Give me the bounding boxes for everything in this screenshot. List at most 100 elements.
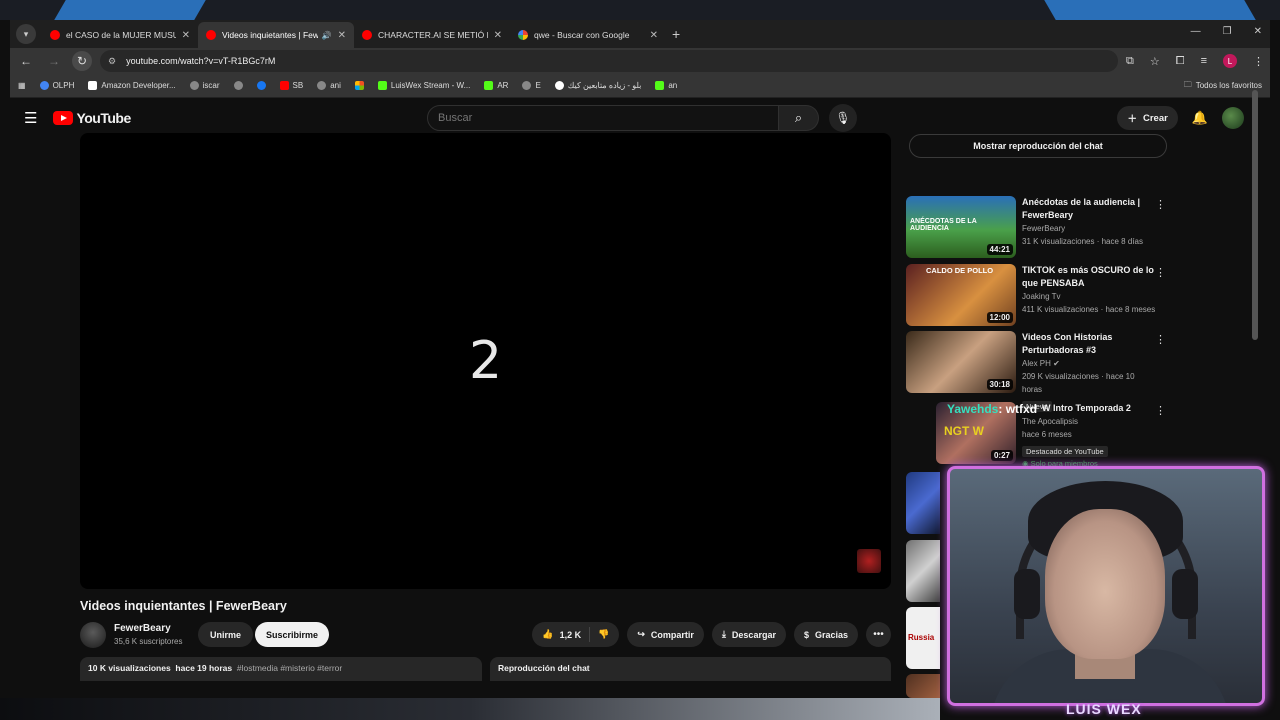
- bookmark-item[interactable]: SB: [279, 81, 303, 90]
- view-count: 10 K visualizaciones: [88, 663, 171, 673]
- forward-icon[interactable]: →: [44, 51, 64, 71]
- microsoft-icon: [354, 81, 364, 90]
- url-field[interactable]: ⚙ youtube.com/watch?v=vT-R1BGc7rM: [100, 50, 1119, 72]
- youtube-icon: [53, 111, 74, 125]
- back-icon[interactable]: ←: [16, 51, 36, 71]
- bookmark-star-icon[interactable]: ☆: [1150, 55, 1160, 68]
- more-options-icon[interactable]: ⋮: [1155, 266, 1166, 279]
- microphone-icon[interactable]: 🎙: [829, 104, 857, 132]
- channel-avatar[interactable]: [80, 622, 106, 648]
- youtube-logo[interactable]: YouTube: [53, 110, 131, 126]
- tab-4[interactable]: qwe - Buscar con Google ✕: [510, 22, 666, 48]
- more-options-icon[interactable]: ⋮: [1155, 333, 1166, 346]
- menu-icon[interactable]: ⋮: [1253, 55, 1264, 68]
- like-dislike-group: 👍 1,2 K 👎: [532, 622, 620, 647]
- video-thumbnail[interactable]: [906, 540, 940, 602]
- recommended-video[interactable]: CALDO DE POLLO 12:00 TIKTOK es más OSCUR…: [906, 264, 1170, 328]
- reload-icon[interactable]: ↻: [72, 51, 92, 71]
- tab-2[interactable]: Videos inquietantes | FewerBeary 🔊 ✕: [198, 22, 354, 48]
- recommended-video[interactable]: ANÉCDOTAS DE LA AUDIENCIA 44:21 Anécdota…: [906, 196, 1170, 260]
- recommended-video[interactable]: NGT W 0:27 W Intro Temporada 2 The Apoca…: [906, 402, 1170, 468]
- download-button[interactable]: ⤓ Descargar: [711, 622, 786, 647]
- tab-title: CHARACTER.AI SE METIÓ EN SU: [378, 30, 488, 40]
- tab-3[interactable]: CHARACTER.AI SE METIÓ EN SU ✕: [354, 22, 510, 48]
- like-button[interactable]: 👍 1,2 K: [532, 627, 591, 642]
- tab-1[interactable]: el CASO de la MUJER MUSULMANA ✕: [42, 22, 198, 48]
- dislike-button[interactable]: 👎: [590, 629, 619, 640]
- url-text: youtube.com/watch?v=vT-R1BGc7rM: [126, 56, 276, 66]
- google-icon: [518, 30, 528, 40]
- thanks-button[interactable]: $ Gracias: [793, 622, 858, 647]
- channel-name[interactable]: FewerBeary: [114, 623, 171, 634]
- close-icon[interactable]: ✕: [338, 30, 346, 41]
- recommended-video[interactable]: 30:18 Videos Con Historias Perturbadoras…: [906, 331, 1170, 412]
- show-chat-replay-button[interactable]: Mostrar reproducción del chat: [909, 134, 1167, 158]
- chat-replay-header[interactable]: Reproducción del chat: [490, 657, 891, 681]
- profile-avatar[interactable]: L: [1223, 54, 1237, 68]
- search-icon[interactable]: ⌕: [779, 105, 819, 131]
- bookmark-item[interactable]: AR: [484, 81, 508, 90]
- media-control-icon[interactable]: ≡: [1201, 55, 1207, 67]
- more-options-icon[interactable]: ⋮: [1155, 198, 1166, 211]
- bookmark-item[interactable]: Amazon Developer...: [88, 81, 176, 90]
- share-button[interactable]: ↪ Compartir: [627, 622, 704, 647]
- maximize-icon[interactable]: ❐: [1223, 26, 1232, 37]
- more-options-icon[interactable]: ⋮: [1155, 404, 1166, 417]
- search-bar: ⌕ 🎙: [427, 104, 857, 132]
- close-icon[interactable]: ✕: [182, 30, 190, 41]
- hashtags[interactable]: #lostmedia #misterio #terror: [237, 663, 342, 673]
- cast-icon[interactable]: ⧉: [1126, 55, 1134, 68]
- extensions-icon[interactable]: ⧠: [1176, 55, 1185, 68]
- account-avatar[interactable]: [1222, 107, 1244, 129]
- site-info-icon[interactable]: ⚙: [108, 56, 116, 67]
- close-icon[interactable]: ✕: [494, 30, 502, 41]
- description-box[interactable]: 10 K visualizaciones hace 19 horas #lost…: [80, 657, 482, 681]
- video-thumbnail[interactable]: 30:18: [906, 331, 1016, 393]
- search-input[interactable]: [427, 105, 779, 131]
- close-window-icon[interactable]: ✕: [1254, 26, 1262, 37]
- featured-badge: Destacado de YouTube: [1022, 446, 1108, 457]
- bookmark-item[interactable]: [256, 81, 266, 90]
- kick-icon: [484, 81, 494, 90]
- more-actions-icon[interactable]: •••: [866, 622, 891, 647]
- video-thumbnail[interactable]: CALDO DE POLLO 12:00: [906, 264, 1016, 326]
- hamburger-menu-icon[interactable]: ☰: [24, 109, 37, 127]
- video-thumbnail[interactable]: [906, 674, 940, 698]
- download-icon: ⤓: [721, 629, 726, 639]
- bookmark-item[interactable]: E: [522, 81, 541, 90]
- all-bookmarks-folder[interactable]: 🗀 Todos los favoritos: [1184, 79, 1262, 93]
- window-controls: — ❐ ✕: [1191, 26, 1262, 37]
- video-player[interactable]: 2: [80, 133, 891, 589]
- tab-bar: ▾ el CASO de la MUJER MUSULMANA ✕ Videos…: [10, 20, 1270, 48]
- bookmark-item[interactable]: iscar: [189, 81, 220, 90]
- notifications-bell-icon[interactable]: 🔔: [1192, 110, 1208, 126]
- video-thumbnail[interactable]: [906, 472, 940, 534]
- bookmark-item[interactable]: بلو - زياده متابعين كيك: [554, 81, 641, 90]
- youtube-icon: [279, 81, 289, 90]
- create-button[interactable]: ＋ Crear: [1117, 106, 1178, 130]
- bookmark-item[interactable]: LuisWex Stream - W...: [377, 81, 470, 90]
- page-scrollbar[interactable]: [1252, 90, 1258, 340]
- facebook-icon: [256, 81, 266, 90]
- bookmark-item[interactable]: an: [655, 81, 677, 90]
- subscribe-button[interactable]: Suscribirme: [255, 622, 330, 647]
- speaker-icon[interactable]: 🔊: [322, 31, 332, 40]
- recommended-title: TIKTOK es más OSCURO de lo que PENSABA: [1022, 265, 1154, 288]
- upload-time: hace 19 horas: [175, 663, 233, 673]
- youtube-icon: [362, 30, 372, 40]
- bookmark-item[interactable]: OLPH: [39, 81, 74, 90]
- new-tab-button[interactable]: +: [672, 26, 680, 42]
- video-thumbnail[interactable]: ANÉCDOTAS DE LA AUDIENCIA 44:21: [906, 196, 1016, 258]
- recommended-meta: 411 K visualizaciones · hace 8 meses: [1022, 305, 1156, 314]
- apps-grid-icon[interactable]: ▦: [18, 81, 26, 90]
- bookmark-item[interactable]: ani: [317, 81, 341, 90]
- minimize-icon[interactable]: —: [1191, 26, 1201, 37]
- join-button[interactable]: Unirme: [198, 622, 254, 647]
- video-thumbnail[interactable]: Russia: [906, 607, 940, 669]
- video-title: Videos inquientantes | FewerBeary: [80, 599, 287, 613]
- close-icon[interactable]: ✕: [650, 30, 658, 41]
- bookmark-item[interactable]: [233, 81, 243, 90]
- channel-watermark-icon[interactable]: [857, 549, 881, 573]
- bookmark-item[interactable]: [354, 81, 364, 90]
- tab-search-button[interactable]: ▾: [16, 24, 36, 44]
